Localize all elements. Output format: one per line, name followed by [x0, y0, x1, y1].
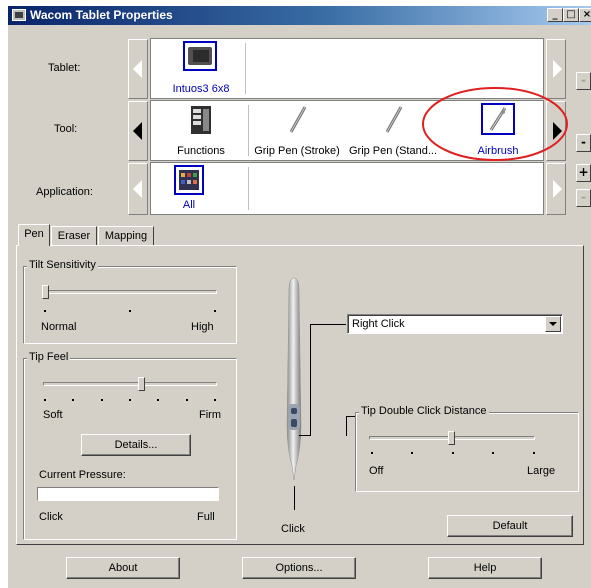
double-click-max-label: Large — [527, 465, 556, 477]
tool-item-grip-pen-stroke[interactable]: Grip Pen (Stroke) — [249, 101, 345, 160]
left-arrow-icon — [133, 180, 142, 198]
tip-click-label: Click — [281, 523, 305, 535]
tilt-sensitivity-title: Tilt Sensitivity — [27, 259, 98, 271]
left-arrow-icon — [133, 60, 142, 78]
pen-button-selected-value: Right Click — [352, 318, 405, 330]
tick-mark — [44, 310, 46, 312]
tick-mark — [44, 399, 46, 401]
tick-mark — [157, 399, 159, 401]
tablet-item-label: Intuos3 6x8 — [172, 83, 230, 95]
pen-tab-panel: Tilt Sensitivity Normal High Tip Feel So… — [16, 245, 584, 545]
tab-mapping[interactable]: Mapping — [98, 226, 154, 246]
tilt-slider-thumb[interactable] — [42, 285, 49, 299]
double-click-connector-vertical — [346, 416, 347, 436]
tablet-scroll-left-button[interactable] — [128, 39, 148, 99]
tool-item-label: Functions — [177, 145, 225, 157]
tick-mark — [492, 452, 494, 454]
app-icon — [12, 9, 26, 21]
application-row-label: Application: — [36, 186, 93, 198]
application-scroll-right-button[interactable] — [546, 163, 566, 215]
tick-mark — [533, 452, 535, 454]
tilt-max-label: High — [191, 321, 214, 333]
application-item-all[interactable]: All — [159, 163, 219, 214]
help-button[interactable]: Help — [428, 557, 542, 579]
pressure-min-label: Click — [39, 511, 63, 523]
tick-mark — [101, 399, 103, 401]
tablet-item-intuos3[interactable]: Intuos3 6x8 — [171, 39, 231, 98]
tool-remove-button[interactable]: - — [576, 134, 591, 152]
tilt-slider-track[interactable] — [43, 290, 217, 294]
tool-item-label: Grip Pen (Stroke) — [254, 145, 340, 157]
title-bar[interactable]: Wacom Tablet Properties _ □ × — [8, 6, 591, 25]
tip-feel-slider-thumb[interactable] — [137, 377, 145, 391]
pressure-max-label: Full — [197, 511, 215, 523]
tick-mark — [411, 452, 413, 454]
application-remove-button[interactable]: - — [576, 189, 591, 207]
details-button[interactable]: Details... — [81, 434, 191, 456]
tool-row-label: Tool: — [54, 123, 78, 135]
tab-eraser[interactable]: Eraser — [51, 226, 97, 246]
tick-mark — [214, 310, 216, 312]
window-title: Wacom Tablet Properties — [30, 8, 173, 22]
pen-icon — [289, 106, 307, 133]
tip-connector — [294, 486, 295, 510]
tab-pen[interactable]: Pen — [18, 224, 50, 246]
button-connector-vertical — [310, 324, 311, 436]
tick-mark — [371, 452, 373, 454]
tick-mark — [129, 399, 131, 401]
close-button[interactable]: × — [579, 8, 591, 22]
tip-feel-max-label: Firm — [199, 409, 221, 421]
current-pressure-label: Current Pressure: — [39, 469, 126, 481]
default-button[interactable]: Default — [447, 515, 573, 537]
about-button[interactable]: About — [66, 557, 180, 579]
tick-mark — [452, 452, 454, 454]
double-click-distance-group — [355, 412, 579, 492]
pen-illustration — [286, 277, 302, 481]
application-scroll-left-button[interactable] — [128, 163, 148, 215]
tick-mark — [214, 399, 216, 401]
application-list-separator — [248, 167, 249, 210]
minimize-button[interactable]: _ — [547, 8, 563, 22]
tip-feel-slider-track[interactable] — [43, 382, 217, 386]
all-apps-icon — [174, 165, 204, 195]
tool-item-functions[interactable]: Functions — [153, 101, 249, 160]
button-connector-bottom — [299, 435, 311, 436]
dropdown-arrow-icon[interactable] — [545, 316, 561, 332]
wacom-properties-window: Wacom Tablet Properties _ □ × Tablet: To… — [8, 6, 591, 588]
tip-feel-title: Tip Feel — [27, 351, 71, 363]
left-arrow-icon — [133, 122, 142, 140]
maximize-button[interactable]: □ — [563, 8, 579, 22]
double-click-slider-thumb[interactable] — [448, 431, 455, 445]
application-add-button[interactable]: + — [576, 164, 591, 182]
current-pressure-bar — [37, 487, 219, 501]
tick-mark — [72, 399, 74, 401]
tablet-icon — [183, 41, 217, 71]
tip-feel-min-label: Soft — [43, 409, 63, 421]
tilt-min-label: Normal — [41, 321, 77, 333]
right-arrow-icon — [553, 60, 562, 78]
tablet-row-label: Tablet: — [48, 62, 81, 74]
options-button[interactable]: Options... — [242, 557, 356, 579]
double-click-min-label: Off — [369, 465, 384, 477]
tablet-list-separator — [245, 43, 246, 94]
pen-button-select[interactable]: Right Click — [347, 314, 563, 334]
tool-scroll-left-button[interactable] — [128, 101, 148, 161]
application-list: All — [150, 162, 544, 215]
tablet-remove-button[interactable]: - — [576, 72, 591, 90]
double-click-distance-title: Tip Double Click Distance — [359, 405, 489, 417]
functions-icon — [191, 106, 211, 134]
button-connector-top — [310, 324, 346, 325]
right-arrow-icon — [553, 180, 562, 198]
tick-mark — [129, 310, 131, 312]
annotation-circle — [422, 87, 568, 161]
pen-icon — [385, 106, 403, 133]
application-item-label: All — [182, 199, 196, 211]
tick-mark — [186, 399, 188, 401]
